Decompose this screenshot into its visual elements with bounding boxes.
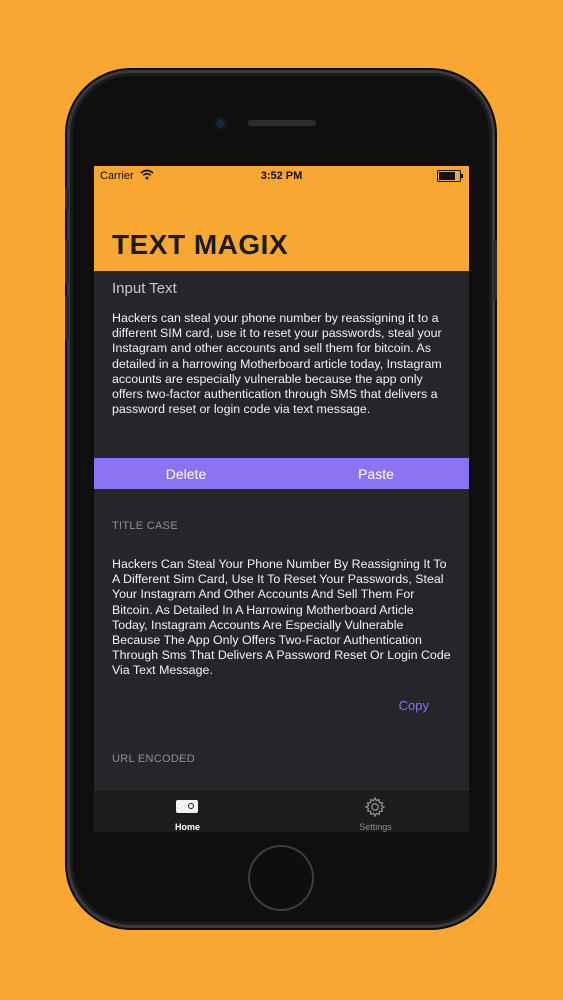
- front-camera: [216, 119, 225, 128]
- volume-up-button: [65, 240, 69, 284]
- silent-switch: [65, 188, 69, 210]
- power-button: [493, 240, 497, 300]
- input-text-area[interactable]: Hackers can steal your phone number by r…: [112, 311, 452, 417]
- tab-home-label: Home: [174, 822, 200, 832]
- status-bar: Carrier 3:52 PM: [94, 166, 469, 186]
- copy-button[interactable]: Copy: [399, 698, 429, 713]
- status-time: 3:52 PM: [260, 170, 303, 182]
- app-header: Carrier 3:52 PM TEXT MAGIX: [94, 166, 469, 271]
- gear-icon: [364, 796, 386, 818]
- earpiece-speaker: [248, 120, 316, 126]
- search-icon: [176, 800, 198, 813]
- tab-bar: Home Settings: [94, 789, 469, 832]
- input-label: Input Text: [112, 280, 177, 297]
- paste-button[interactable]: Paste: [286, 458, 466, 489]
- battery-icon: [437, 170, 463, 182]
- url-encoded-heading: URL ENCODED: [112, 753, 195, 765]
- title-case-heading: TITLE CASE: [112, 520, 178, 532]
- home-button[interactable]: [250, 847, 312, 909]
- title-case-result: Hackers Can Steal Your Phone Number By R…: [112, 557, 451, 678]
- tab-settings[interactable]: Settings: [282, 790, 469, 832]
- app-screen: Carrier 3:52 PM TEXT MAGIX Input Text Ha…: [94, 166, 469, 832]
- page-title: TEXT MAGIX: [112, 229, 289, 260]
- delete-button[interactable]: Delete: [96, 458, 276, 489]
- action-bar: Delete Paste: [94, 458, 469, 489]
- volume-down-button: [65, 296, 69, 340]
- tab-home[interactable]: Home: [94, 790, 281, 832]
- tab-settings-label: Settings: [359, 822, 392, 832]
- battery-level: [439, 172, 455, 180]
